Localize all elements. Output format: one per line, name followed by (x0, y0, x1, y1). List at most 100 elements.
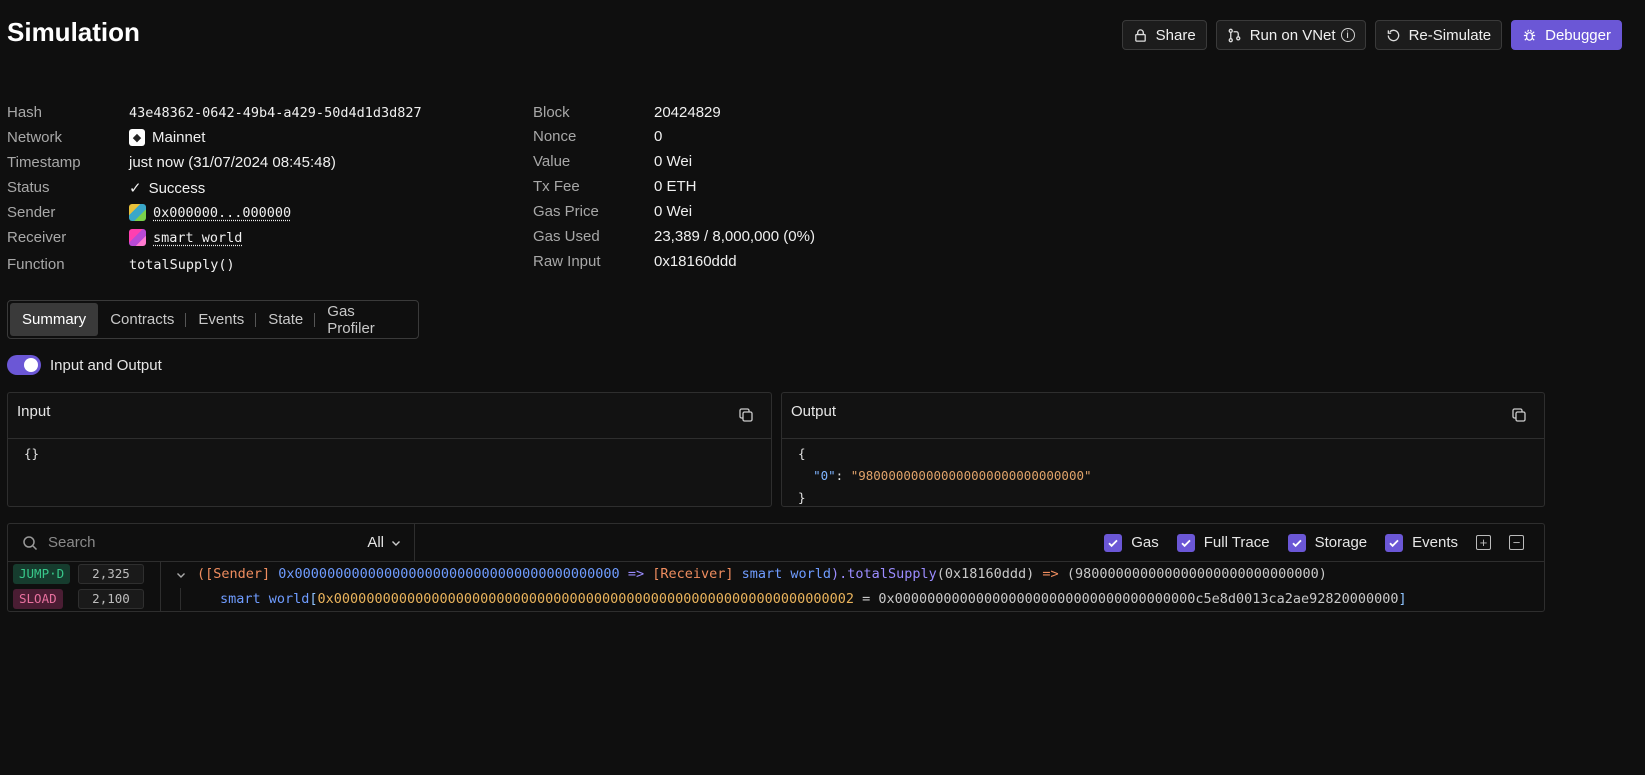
tab-gas-profiler[interactable]: Gas Profiler (315, 303, 416, 337)
detail-label: Function (7, 256, 65, 273)
detail-label: Nonce (533, 128, 577, 145)
run-on-vnet-label: Run on VNet (1249, 26, 1336, 44)
re-simulate-button[interactable]: Re-Simulate (1374, 20, 1503, 50)
block-value: 20424829 (654, 104, 721, 121)
tab-contracts[interactable]: Contracts (98, 303, 187, 336)
function-call: ).totalSupply (831, 566, 937, 582)
filter-dropdown[interactable]: All (367, 534, 402, 551)
receiver-name[interactable]: smart world (742, 566, 831, 582)
collapse-all-icon[interactable]: − (1509, 535, 1524, 550)
tab-bar: Summary Contracts Events State Gas Profi… (7, 300, 419, 339)
gas-price-value: 0 Wei (654, 203, 693, 220)
checkbox-label: Gas (1131, 534, 1159, 551)
json-brace: { (798, 446, 806, 461)
debugger-label: Debugger (1545, 26, 1611, 44)
search-input[interactable] (48, 534, 348, 551)
storage-contract[interactable]: smart world (220, 591, 309, 607)
trace-row[interactable]: SLOAD 2,100 smart world[0x00000000000000… (8, 587, 1544, 612)
gas-badge: 2,100 (78, 589, 144, 609)
storage-slot: 0x00000000000000000000000000000000000000… (317, 591, 854, 607)
info-icon[interactable]: i (1340, 28, 1355, 42)
detail-label: Timestamp (7, 154, 81, 171)
checkbox-storage[interactable]: Storage (1287, 533, 1368, 552)
trace-toolbar: All Gas Full Trace Storage (8, 524, 1544, 562)
bracket: ] (1398, 591, 1407, 607)
checkbox-label: Events (1412, 534, 1458, 551)
detail-raw-input: Raw Input 0x18160ddd (533, 253, 933, 278)
json-value: "980000000000000000000000000000" (850, 468, 1092, 483)
call-trace: All Gas Full Trace Storage (7, 523, 1545, 612)
detail-function: Function totalSupply() (7, 256, 527, 281)
expand-all-icon[interactable]: + (1476, 535, 1491, 550)
copy-icon[interactable] (1511, 407, 1527, 423)
tx-fee-value: 0 ETH (654, 178, 697, 195)
checkbox-label: Storage (1314, 534, 1368, 551)
equals-sign: = (853, 591, 879, 607)
bug-icon (1523, 29, 1536, 41)
detail-status: Status ✓ Success (7, 179, 527, 204)
json-brace: } (798, 490, 806, 505)
trace-options: Gas Full Trace Storage Events + − (1104, 533, 1524, 552)
call-arrow: => (627, 566, 645, 582)
toggle-label: Input and Output (50, 356, 162, 374)
detail-label: Network (7, 129, 63, 146)
detail-network: Network ◆ Mainnet (7, 129, 527, 154)
sender-link[interactable]: 0x000000...000000 (153, 205, 291, 221)
detail-block: Block 20424829 (533, 104, 933, 128)
call-line: ([Sender] 0x0000000000000000000000000000… (197, 564, 1327, 584)
storage-line: smart world[0x00000000000000000000000000… (220, 589, 1407, 609)
json-colon: : (835, 468, 851, 483)
simulation-page: Simulation Share Run on VNet i Re-Simula… (0, 0, 1645, 775)
call-result: (980000000000000000000000000000) (1066, 566, 1327, 582)
detail-gas-used: Gas Used 23,389 / 8,000,000 (0%) (533, 228, 933, 253)
detail-label: Gas Price (533, 203, 599, 220)
trace-row[interactable]: JUMP·D 2,325 ([Sender] 0x000000000000000… (8, 562, 1544, 587)
json-key: "0" (813, 468, 836, 483)
run-on-vnet-button[interactable]: Run on VNet i (1215, 20, 1366, 50)
checkbox-checked-icon (1176, 533, 1195, 552)
tab-state[interactable]: State (256, 303, 316, 336)
checkbox-full-trace[interactable]: Full Trace (1176, 533, 1270, 552)
detail-value: Value 0 Wei (533, 153, 933, 178)
bracket: [ (309, 591, 318, 607)
checkbox-events[interactable]: Events (1385, 533, 1458, 552)
function-value: totalSupply() (129, 257, 235, 273)
share-button[interactable]: Share (1121, 20, 1207, 50)
detail-hash: Hash 43e48362-0642-49b4-a429-50d4d1d3d82… (7, 104, 527, 129)
page-title: Simulation (7, 17, 140, 47)
detail-label: Value (533, 153, 571, 170)
check-icon: ✓ (129, 180, 142, 197)
details-left: Hash 43e48362-0642-49b4-a429-50d4d1d3d82… (7, 104, 527, 281)
details-right: Block 20424829 Nonce 0 Value 0 Wei Tx Fe… (533, 104, 933, 278)
detail-receiver: Receiver smart world (7, 229, 527, 256)
status-value: Success (148, 179, 206, 197)
search-icon (23, 535, 38, 550)
input-panel-title: Input (17, 403, 51, 420)
checkbox-gas[interactable]: Gas (1104, 533, 1159, 552)
detail-label: Tx Fee (533, 178, 580, 195)
copy-icon[interactable] (738, 407, 754, 423)
git-branch-icon (1228, 28, 1241, 42)
chevron-down-icon[interactable] (175, 569, 187, 581)
detail-nonce: Nonce 0 (533, 128, 933, 153)
input-output-toggle-row: Input and Output (7, 355, 162, 375)
checkbox-checked-icon (1287, 533, 1306, 552)
input-output-toggle[interactable] (7, 355, 41, 375)
receiver-link[interactable]: smart world (153, 230, 242, 246)
tab-events[interactable]: Events (186, 303, 257, 336)
checkbox-checked-icon (1104, 533, 1123, 552)
opcode-badge: SLOAD (13, 589, 63, 609)
value-value: 0 Wei (654, 153, 693, 170)
output-panel: Output { "0": "9800000000000000000000000… (781, 392, 1545, 507)
tab-summary[interactable]: Summary (10, 303, 99, 336)
debugger-button[interactable]: Debugger (1511, 20, 1622, 50)
detail-label: Sender (7, 204, 56, 221)
ethereum-icon: ◆ (129, 129, 145, 146)
sender-address[interactable]: 0x00000000000000000000000000000000000000… (278, 566, 619, 582)
input-panel: Input {} (7, 392, 772, 507)
header-actions: Share Run on VNet i Re-Simulate Debugger (1121, 20, 1622, 50)
trace-search: All (8, 524, 415, 561)
storage-value: 0x0000000000000000000000000000000000000c… (878, 591, 1399, 607)
sender-tag: ([Sender] (197, 566, 271, 582)
output-json: { "0": "980000000000000000000000000000" … (782, 439, 1544, 513)
